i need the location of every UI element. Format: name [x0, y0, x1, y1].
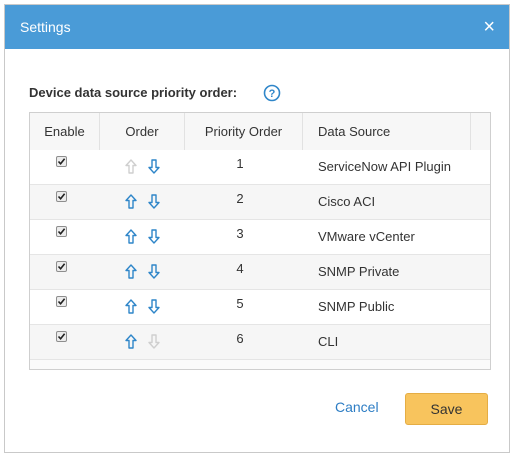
table-header: Enable Order Priority Order Data Source — [30, 113, 490, 151]
priority-value: 2 — [236, 191, 244, 206]
enable-checkbox[interactable] — [56, 191, 67, 202]
priority-table: Enable Order Priority Order Data Source … — [29, 112, 491, 370]
enable-checkbox[interactable] — [56, 226, 67, 237]
enable-checkbox[interactable] — [56, 156, 67, 167]
data-source-name: SNMP Public — [318, 299, 395, 314]
priority-value: 6 — [236, 331, 244, 346]
enable-checkbox[interactable] — [56, 296, 67, 307]
move-down-arrow-icon[interactable] — [148, 299, 160, 314]
move-up-arrow-icon[interactable] — [125, 229, 137, 244]
svg-text:?: ? — [269, 88, 276, 100]
enable-checkbox[interactable] — [56, 331, 67, 342]
column-header-enable[interactable]: Enable — [30, 113, 100, 150]
section-label: Device data source priority order: — [29, 85, 238, 100]
data-source-name: ServiceNow API Plugin — [318, 159, 451, 174]
move-up-arrow-icon[interactable] — [125, 264, 137, 279]
priority-value: 5 — [236, 296, 244, 311]
move-up-arrow-icon[interactable] — [125, 334, 137, 349]
move-down-arrow-icon[interactable] — [148, 159, 160, 174]
settings-dialog: Settings × Device data source priority o… — [4, 4, 510, 453]
data-source-name: SNMP Private — [318, 264, 400, 279]
table-row[interactable]: 6 CLI — [30, 325, 490, 360]
column-header-spacer — [471, 113, 490, 150]
close-icon[interactable]: × — [483, 17, 495, 37]
enable-checkbox[interactable] — [56, 261, 67, 272]
data-source-name: CLI — [318, 334, 339, 349]
data-source-name: VMware vCenter — [318, 229, 415, 244]
move-up-arrow-icon[interactable] — [125, 194, 137, 209]
table-row[interactable]: 1 ServiceNow API Plugin — [30, 150, 490, 185]
move-down-arrow-icon[interactable] — [148, 194, 160, 209]
table-row[interactable]: 3 VMware vCenter — [30, 220, 490, 255]
table-row[interactable]: 5 SNMP Public — [30, 290, 490, 325]
table-row[interactable]: 2 Cisco ACI — [30, 185, 490, 220]
column-header-data-source[interactable]: Data Source — [303, 113, 471, 150]
data-source-name: Cisco ACI — [318, 194, 376, 209]
column-header-order[interactable]: Order — [100, 113, 185, 150]
move-up-arrow-icon[interactable] — [125, 299, 137, 314]
move-down-arrow-icon[interactable] — [148, 264, 160, 279]
help-circle-icon[interactable]: ? — [263, 84, 281, 102]
move-up-arrow-icon — [125, 159, 137, 174]
cancel-button[interactable]: Cancel — [335, 399, 379, 415]
priority-value: 1 — [236, 156, 244, 171]
dialog-titlebar: Settings × — [5, 5, 509, 49]
column-header-priority-order[interactable]: Priority Order — [185, 113, 303, 150]
save-button[interactable]: Save — [405, 393, 488, 425]
priority-value: 3 — [236, 226, 244, 241]
priority-value: 4 — [236, 261, 244, 276]
move-down-arrow-icon[interactable] — [148, 229, 160, 244]
dialog-title: Settings — [20, 19, 71, 35]
move-down-arrow-icon — [148, 334, 160, 349]
table-row[interactable]: 4 SNMP Private — [30, 255, 490, 290]
